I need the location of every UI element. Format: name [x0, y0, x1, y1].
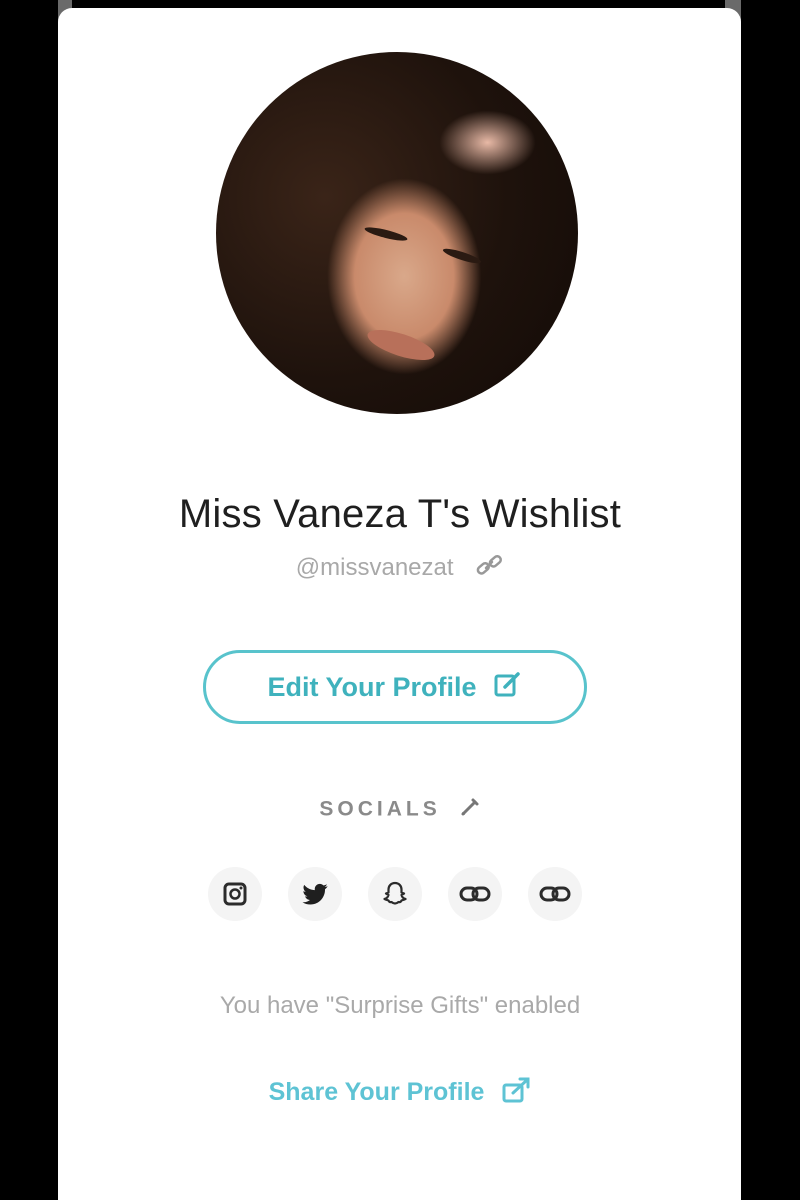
snapchat-icon: [383, 881, 407, 905]
twitter-icon: [302, 883, 328, 905]
instagram-icon: [223, 882, 247, 906]
share-profile-link[interactable]: Share Your Profile: [0, 1076, 800, 1111]
avatar-mouth: [364, 323, 438, 367]
edit-socials-icon[interactable]: [459, 796, 481, 824]
social-link-button[interactable]: [448, 867, 502, 921]
edit-icon: [493, 669, 523, 706]
surprise-gifts-status: You have "Surprise Gifts" enabled: [219, 992, 581, 1019]
avatar-eye: [441, 246, 483, 266]
link-icon: [459, 886, 491, 902]
social-link-button[interactable]: [528, 867, 582, 921]
link-icon: [539, 886, 571, 902]
social-snapchat-button[interactable]: [368, 867, 422, 921]
avatar: [216, 52, 578, 414]
handle-row: @missvanezat: [0, 552, 800, 585]
socials-heading: SOCIALS: [0, 796, 800, 824]
social-twitter-button[interactable]: [288, 867, 342, 921]
avatar-eye: [363, 224, 409, 244]
share-profile-label: Share Your Profile: [268, 1078, 485, 1107]
copy-link-icon[interactable]: [474, 552, 504, 585]
page-title: Miss Vaneza T's Wishlist: [178, 492, 622, 536]
edit-profile-label: Edit Your Profile: [267, 671, 477, 702]
edit-profile-button[interactable]: Edit Your Profile: [203, 650, 587, 724]
social-instagram-button[interactable]: [208, 867, 262, 921]
share-icon: [501, 1076, 531, 1111]
profile-handle: @missvanezat: [295, 553, 454, 581]
socials-label: SOCIALS: [319, 797, 441, 821]
